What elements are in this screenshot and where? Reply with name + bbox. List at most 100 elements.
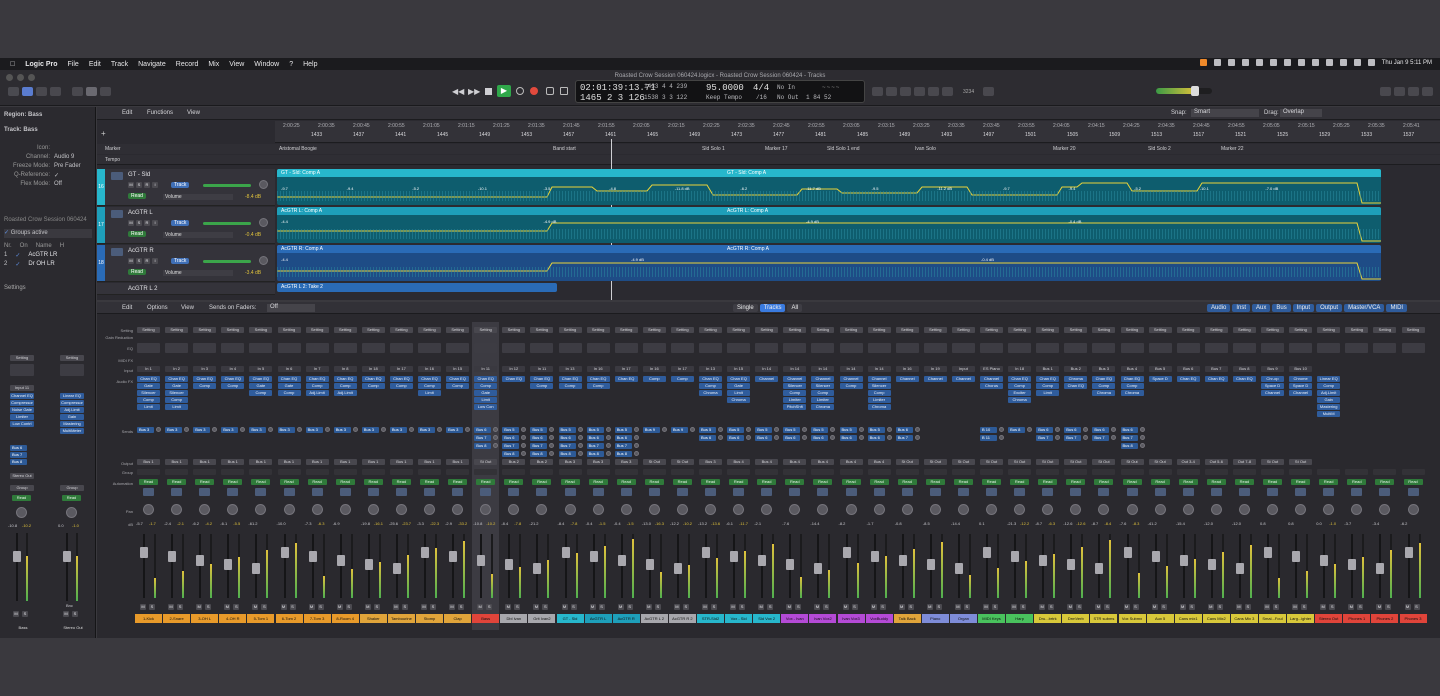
group-slot[interactable] [1373,469,1397,475]
volume-fader[interactable] [1151,551,1160,562]
inspector-icon[interactable] [22,87,33,96]
volume-fader[interactable] [786,559,795,570]
pan-knob[interactable] [845,504,857,515]
mute-button[interactable]: M [1235,604,1242,610]
mute-button[interactable]: M [983,604,989,610]
mute-button[interactable]: M [140,604,146,610]
filter-all-button[interactable]: All [787,304,803,312]
send-level-knob[interactable] [605,443,611,448]
send-slot[interactable]: Bus 6 [614,435,632,441]
group-slot[interactable] [1345,469,1369,475]
automation-mode-button[interactable]: Read [128,193,146,199]
setting-button[interactable]: Setting [642,327,666,333]
send-slot[interactable]: Bus 3 [277,427,295,433]
volume-fader[interactable] [13,551,21,562]
send-slot[interactable]: Bus 7 [530,443,548,449]
group-slot[interactable]: Group [10,485,34,491]
siri-icon[interactable] [1367,59,1375,66]
solo-button[interactable]: S [654,604,661,610]
plugin-slot[interactable]: Adj.Limit [333,390,357,396]
eq-thumbnail[interactable] [586,343,610,353]
pan-knob[interactable] [171,504,183,515]
mute-button[interactable]: M [1348,604,1355,610]
mute-button[interactable]: M [13,611,19,617]
plugin-slot[interactable]: Comp [530,383,554,389]
mute-button[interactable]: M [954,604,961,610]
send-level-knob[interactable] [830,435,836,440]
send-slot[interactable]: Bus 5 [727,427,745,433]
volume-fader[interactable] [168,551,177,562]
solo-button[interactable]: S [514,604,521,610]
send-slot[interactable]: Bus 8 [558,451,576,457]
setting-button[interactable]: Setting [1261,327,1284,333]
setting-button[interactable]: Setting [1317,327,1341,333]
menu-item[interactable]: File [68,61,79,68]
solo-button[interactable]: S [1413,604,1420,610]
input-slot[interactable]: In 16 [418,366,441,372]
send-slot[interactable]: Bus 5 [811,427,829,433]
solo-button[interactable]: S [1244,604,1251,610]
send-level-knob[interactable] [858,435,864,440]
plugin-slot[interactable]: Comp [193,383,217,389]
plugin-slot[interactable]: Chan EQ [1036,376,1060,382]
eq-thumbnail[interactable] [1120,343,1144,353]
send-slot[interactable]: Bus 3 [249,427,267,433]
mute-button[interactable]: M [336,604,343,610]
setting-button[interactable]: Setting [1148,327,1172,333]
plugin-slot[interactable]: Compressor [60,400,84,406]
menu-item[interactable]: View [229,61,244,68]
rewind-icon[interactable]: ◀◀ [452,87,464,96]
solo-button[interactable]: S [795,604,802,610]
eq-thumbnail[interactable] [1261,343,1284,353]
solo-button[interactable]: S [739,604,746,610]
pan-knob[interactable] [16,507,27,518]
plugin-slot[interactable]: Gate [474,390,498,396]
eq-thumbnail[interactable] [418,343,441,353]
group-row[interactable]: 2 ✓ Dr OH LR [4,261,55,268]
eq-thumbnail[interactable] [1345,343,1369,353]
pan-knob[interactable] [1379,504,1391,515]
eq-thumbnail[interactable] [1401,343,1425,353]
close-window-button[interactable] [6,74,13,81]
recording-status-icon[interactable] [1199,59,1207,66]
pan-knob[interactable] [1238,504,1250,515]
mute-button[interactable]: M [645,604,652,610]
parameter-row[interactable]: Channel: Audio 9 [4,154,92,160]
send-slot[interactable]: Bus 7 [1120,435,1138,441]
setting-button[interactable]: Setting [755,327,779,333]
eq-thumbnail[interactable] [305,343,329,353]
setting-button[interactable]: Setting [867,327,891,333]
send-slot[interactable]: Bus 7 [558,443,576,449]
send-slot[interactable]: Bus 6 [502,435,520,441]
send-slot[interactable]: Bus 5 [699,427,716,433]
plugin-slot[interactable]: Comp [1008,383,1032,389]
volume-fader[interactable] [477,555,486,566]
track-header[interactable]: 18 AcGTR R M S R I Track Read Volume -3.4 dB [97,245,275,282]
plugin-slot[interactable]: Channel [923,376,947,382]
setting-button[interactable]: Setting [1064,327,1088,333]
setting-button[interactable]: Setting [1373,327,1397,333]
output-slot[interactable]: Bus 1 [165,459,189,465]
plugin-slot[interactable]: Silencer [137,390,160,396]
send-level-knob[interactable] [549,427,555,432]
volume-fader[interactable] [421,547,429,558]
plugin-slot[interactable]: Channel [755,376,779,382]
group-slot[interactable] [389,469,413,475]
automation-mode[interactable]: Read [588,479,608,485]
setting-button[interactable]: Setting [951,327,975,333]
group-slot[interactable] [923,469,947,475]
output-slot[interactable]: St Out [642,459,666,465]
setting-button[interactable]: Setting [811,327,835,333]
input-slot[interactable]: ES Piano [980,366,1003,372]
automation-mode[interactable]: Read [62,495,81,501]
automation-mode[interactable]: Read [869,479,889,485]
group-slot[interactable] [502,469,526,475]
checkbox-icon[interactable]: ✓ [15,252,20,259]
send-slot[interactable]: B 11 [980,435,997,441]
plugin-slot[interactable]: Chan EQ [1232,376,1256,382]
send-level-knob[interactable] [802,435,808,440]
eq-thumbnail[interactable] [60,364,84,376]
eq-thumbnail[interactable] [1064,343,1088,353]
plugin-slot[interactable]: Limit [474,397,498,403]
input-slot[interactable]: Input 11 [10,385,34,391]
